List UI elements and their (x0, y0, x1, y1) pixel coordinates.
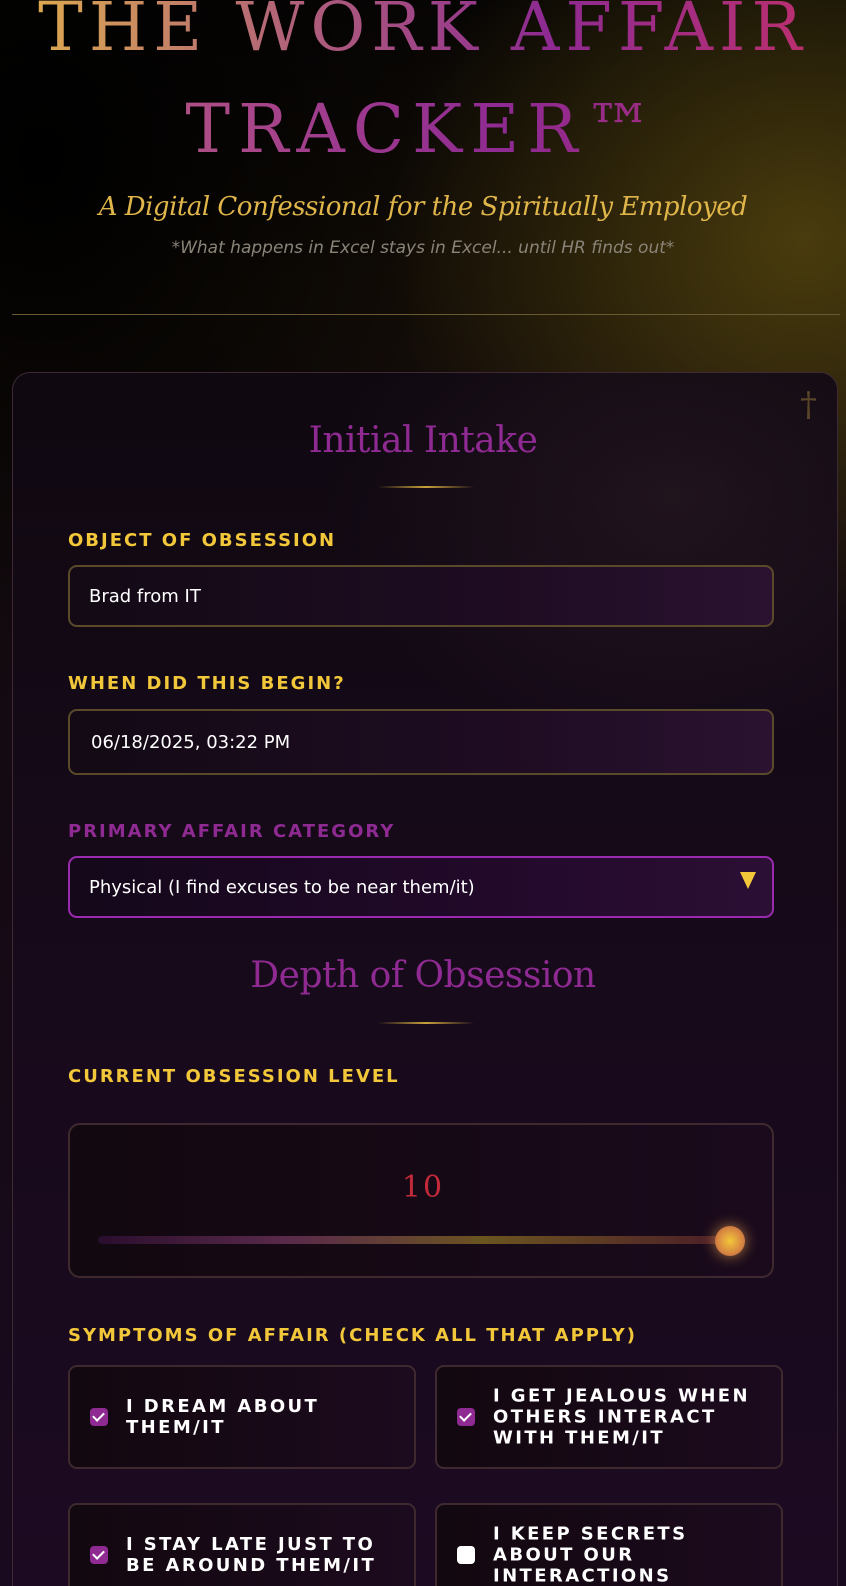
section-title-depth: Depth of Obsession (250, 955, 596, 996)
symptom-checkbox[interactable] (457, 1408, 475, 1426)
category-select-value: Physical (I find excuses to be near them… (89, 876, 475, 898)
section-title-initial-intake: Initial Intake (308, 420, 538, 461)
category-select[interactable]: Physical (I find excuses to be near them… (68, 856, 774, 918)
obsession-level-value: 10 (401, 1170, 445, 1205)
cross-icon: † (800, 385, 817, 425)
symptom-card[interactable]: I get jealous when others interact with … (435, 1365, 783, 1469)
symptom-label: I stay late just to be around them/it (126, 1534, 377, 1576)
symptoms-label: SYMPTOMS OF AFFAIR (CHECK ALL THAT APPLY… (68, 1325, 637, 1346)
app-subtitle: A Digital Confessional for the Spiritual… (98, 192, 748, 222)
symptom-label: I get jealous when others interact with … (493, 1385, 750, 1449)
object-label: OBJECT OF OBSESSION (68, 530, 337, 551)
symptom-card[interactable]: I dream about them/it (68, 1365, 416, 1469)
obsession-level-label: CURRENT OBSESSION LEVEL (68, 1066, 400, 1087)
app-tagline: *What happens in Excel stays in Excel...… (171, 238, 675, 258)
begin-datetime-value: 06/18/2025, 03:22 PM (91, 731, 291, 753)
object-input-value: Brad from IT (89, 585, 201, 607)
begin-datetime-input[interactable]: 06/18/2025, 03:22 PM (68, 709, 774, 775)
chevron-down-icon (740, 872, 756, 889)
section-rule (378, 1022, 474, 1024)
symptom-checkbox[interactable] (90, 1408, 108, 1426)
header-divider (12, 314, 840, 315)
symptom-checkbox[interactable] (457, 1546, 475, 1564)
category-label: PRIMARY AFFAIR CATEGORY (68, 821, 396, 842)
object-input[interactable]: Brad from IT (68, 565, 774, 627)
obsession-level-slider[interactable] (98, 1236, 742, 1244)
app-title-line-1: THE WORK AFFAIR (0, 0, 846, 66)
symptom-card[interactable]: I stay late just to be around them/it (68, 1503, 416, 1586)
symptom-label: I dream about them/it (126, 1396, 320, 1438)
slider-thumb[interactable] (715, 1226, 745, 1256)
symptom-checkbox[interactable] (90, 1546, 108, 1564)
symptom-card[interactable]: I keep secrets about our interactions (435, 1503, 783, 1586)
app-title-line-2: TRACKER™ (0, 90, 846, 168)
begin-label: WHEN DID THIS BEGIN? (68, 673, 346, 694)
section-rule (378, 486, 474, 488)
symptom-label: I keep secrets about our interactions (493, 1523, 688, 1586)
